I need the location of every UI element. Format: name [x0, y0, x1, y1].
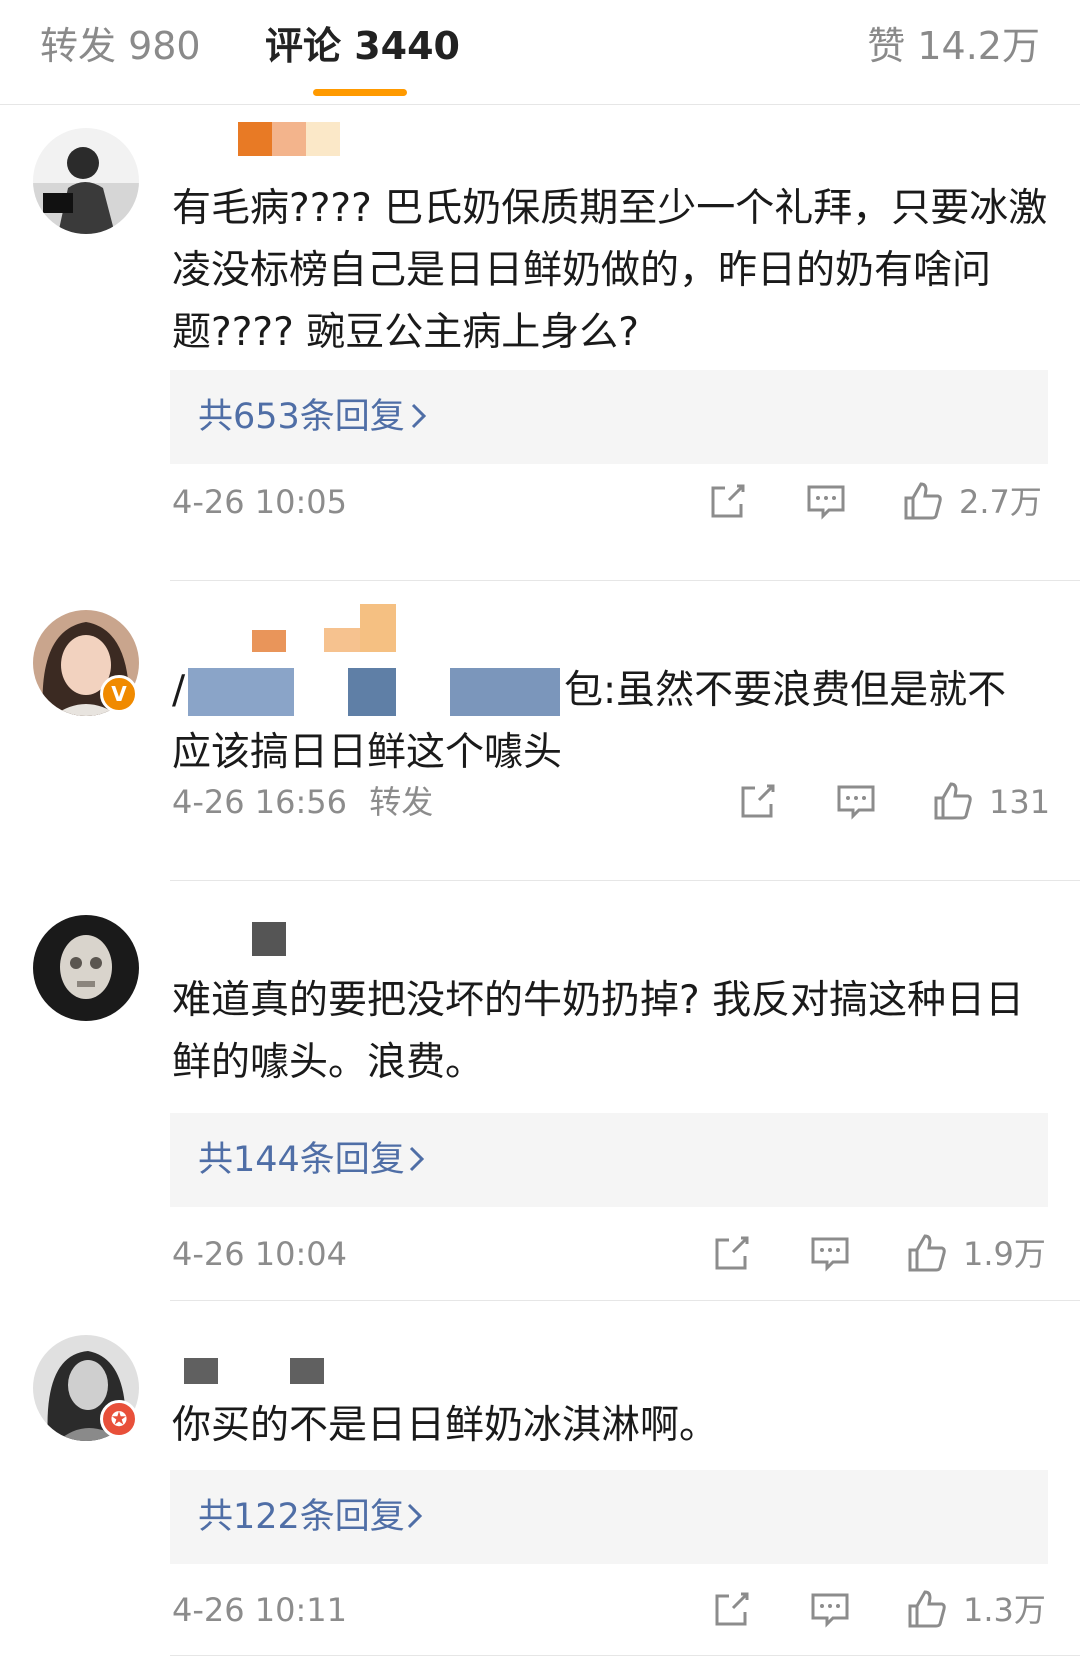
comment-text-line: 包:虽然不要浪费但是就不 [564, 668, 1007, 713]
redacted-block [238, 122, 272, 156]
comment-text: 你买的不是日日鲜奶冰淇淋啊。 [172, 1403, 719, 1448]
reply-thread-button[interactable]: 共122条回复 [170, 1470, 1048, 1564]
verified-badge-star: ✪ [100, 1400, 138, 1438]
active-tab-indicator [313, 89, 407, 96]
reply-count-label: 共653条回复 [198, 397, 405, 437]
redacted-block [290, 1358, 324, 1384]
avatar[interactable] [33, 128, 139, 234]
divider [170, 1300, 1080, 1301]
comment-icon[interactable] [809, 1232, 851, 1274]
comment-actions: 2.7万 [707, 480, 1047, 524]
reply-count-label: 共144条回复 [198, 1140, 405, 1180]
reply-thread-button[interactable]: 共653条回复 [170, 370, 1048, 464]
redacted-block [252, 922, 286, 956]
comment-icon[interactable] [805, 480, 847, 522]
comment-time: 4-26 16:56 [172, 783, 348, 821]
share-icon[interactable] [707, 480, 749, 522]
divider [170, 880, 1080, 881]
redacted-mention [450, 668, 560, 716]
comment-timestamp: 4-26 10:11 [172, 1591, 348, 1629]
username-redacted[interactable] [172, 600, 412, 652]
avatar-photo [33, 915, 139, 1021]
share-icon[interactable] [737, 780, 779, 822]
username-redacted[interactable] [172, 912, 312, 956]
username-redacted[interactable] [172, 1340, 372, 1384]
reply-count-label: 共122条回复 [198, 1497, 405, 1537]
like-count: 1.3万 [963, 1591, 1046, 1629]
avatar[interactable] [33, 915, 139, 1021]
redacted-block [184, 1358, 218, 1384]
comment-actions: 1.9万 [711, 1232, 1047, 1276]
comment-actions: 131 [737, 780, 1051, 824]
comment-timestamp: 4-26 10:05 [172, 483, 348, 521]
avatar-photo [33, 128, 139, 234]
tab-repost[interactable]: 转发 980 [40, 22, 201, 70]
reply-thread-button[interactable]: 共144条回复 [170, 1113, 1048, 1207]
comment-timestamp: 4-26 16:56 转发 [172, 780, 433, 824]
comment-icon[interactable] [809, 1588, 851, 1630]
comment-timestamp: 4-26 10:04 [172, 1235, 348, 1273]
redacted-block [252, 630, 286, 652]
comment-text: 有毛病???? 巴氏奶保质期至少一个礼拜，只要冰激凌没标榜自己是日日鲜奶做的，昨… [172, 186, 1048, 355]
redacted-mention [348, 668, 396, 716]
comment-tabs-bar: 转发 980 评论 3440 赞 14.2万 [0, 0, 1080, 105]
comment-actions: 1.3万 [711, 1588, 1047, 1632]
comment-icon[interactable] [835, 780, 877, 822]
thumbs-up-icon[interactable] [932, 780, 974, 822]
slash-prefix: / [172, 668, 186, 713]
redacted-mention [188, 668, 294, 716]
thumbs-up-icon[interactable] [902, 480, 944, 522]
thumbs-up-icon[interactable] [906, 1588, 948, 1630]
divider [170, 1655, 1080, 1656]
comment-text: 难道真的要把没坏的牛奶扔掉? 我反对搞这种日日鲜的噱头。浪费。 [172, 978, 1025, 1085]
like-count: 131 [989, 783, 1051, 821]
redacted-block [272, 122, 306, 156]
comment-text: / 包:虽然不要浪费但是就不 应该搞日日鲜这个噱头 [172, 660, 1052, 784]
like-count: 2.7万 [959, 483, 1042, 521]
tab-comment[interactable]: 评论 3440 [265, 22, 460, 70]
chevron-right-icon [411, 403, 427, 429]
chevron-right-icon [409, 1146, 425, 1172]
tab-like[interactable]: 赞 14.2万 [867, 22, 1040, 70]
divider [170, 580, 1080, 581]
like-count: 1.9万 [963, 1235, 1046, 1273]
redacted-block [360, 604, 396, 652]
thumbs-up-icon[interactable] [906, 1232, 948, 1274]
share-icon[interactable] [711, 1232, 753, 1274]
share-icon[interactable] [711, 1588, 753, 1630]
redacted-block [324, 628, 360, 652]
username-redacted[interactable] [172, 118, 372, 162]
redacted-block [306, 122, 340, 156]
comment-text-line: 应该搞日日鲜这个噱头 [172, 730, 563, 775]
repost-label[interactable]: 转发 [369, 783, 433, 821]
chevron-right-icon [407, 1503, 423, 1529]
verified-badge: V [100, 675, 138, 713]
